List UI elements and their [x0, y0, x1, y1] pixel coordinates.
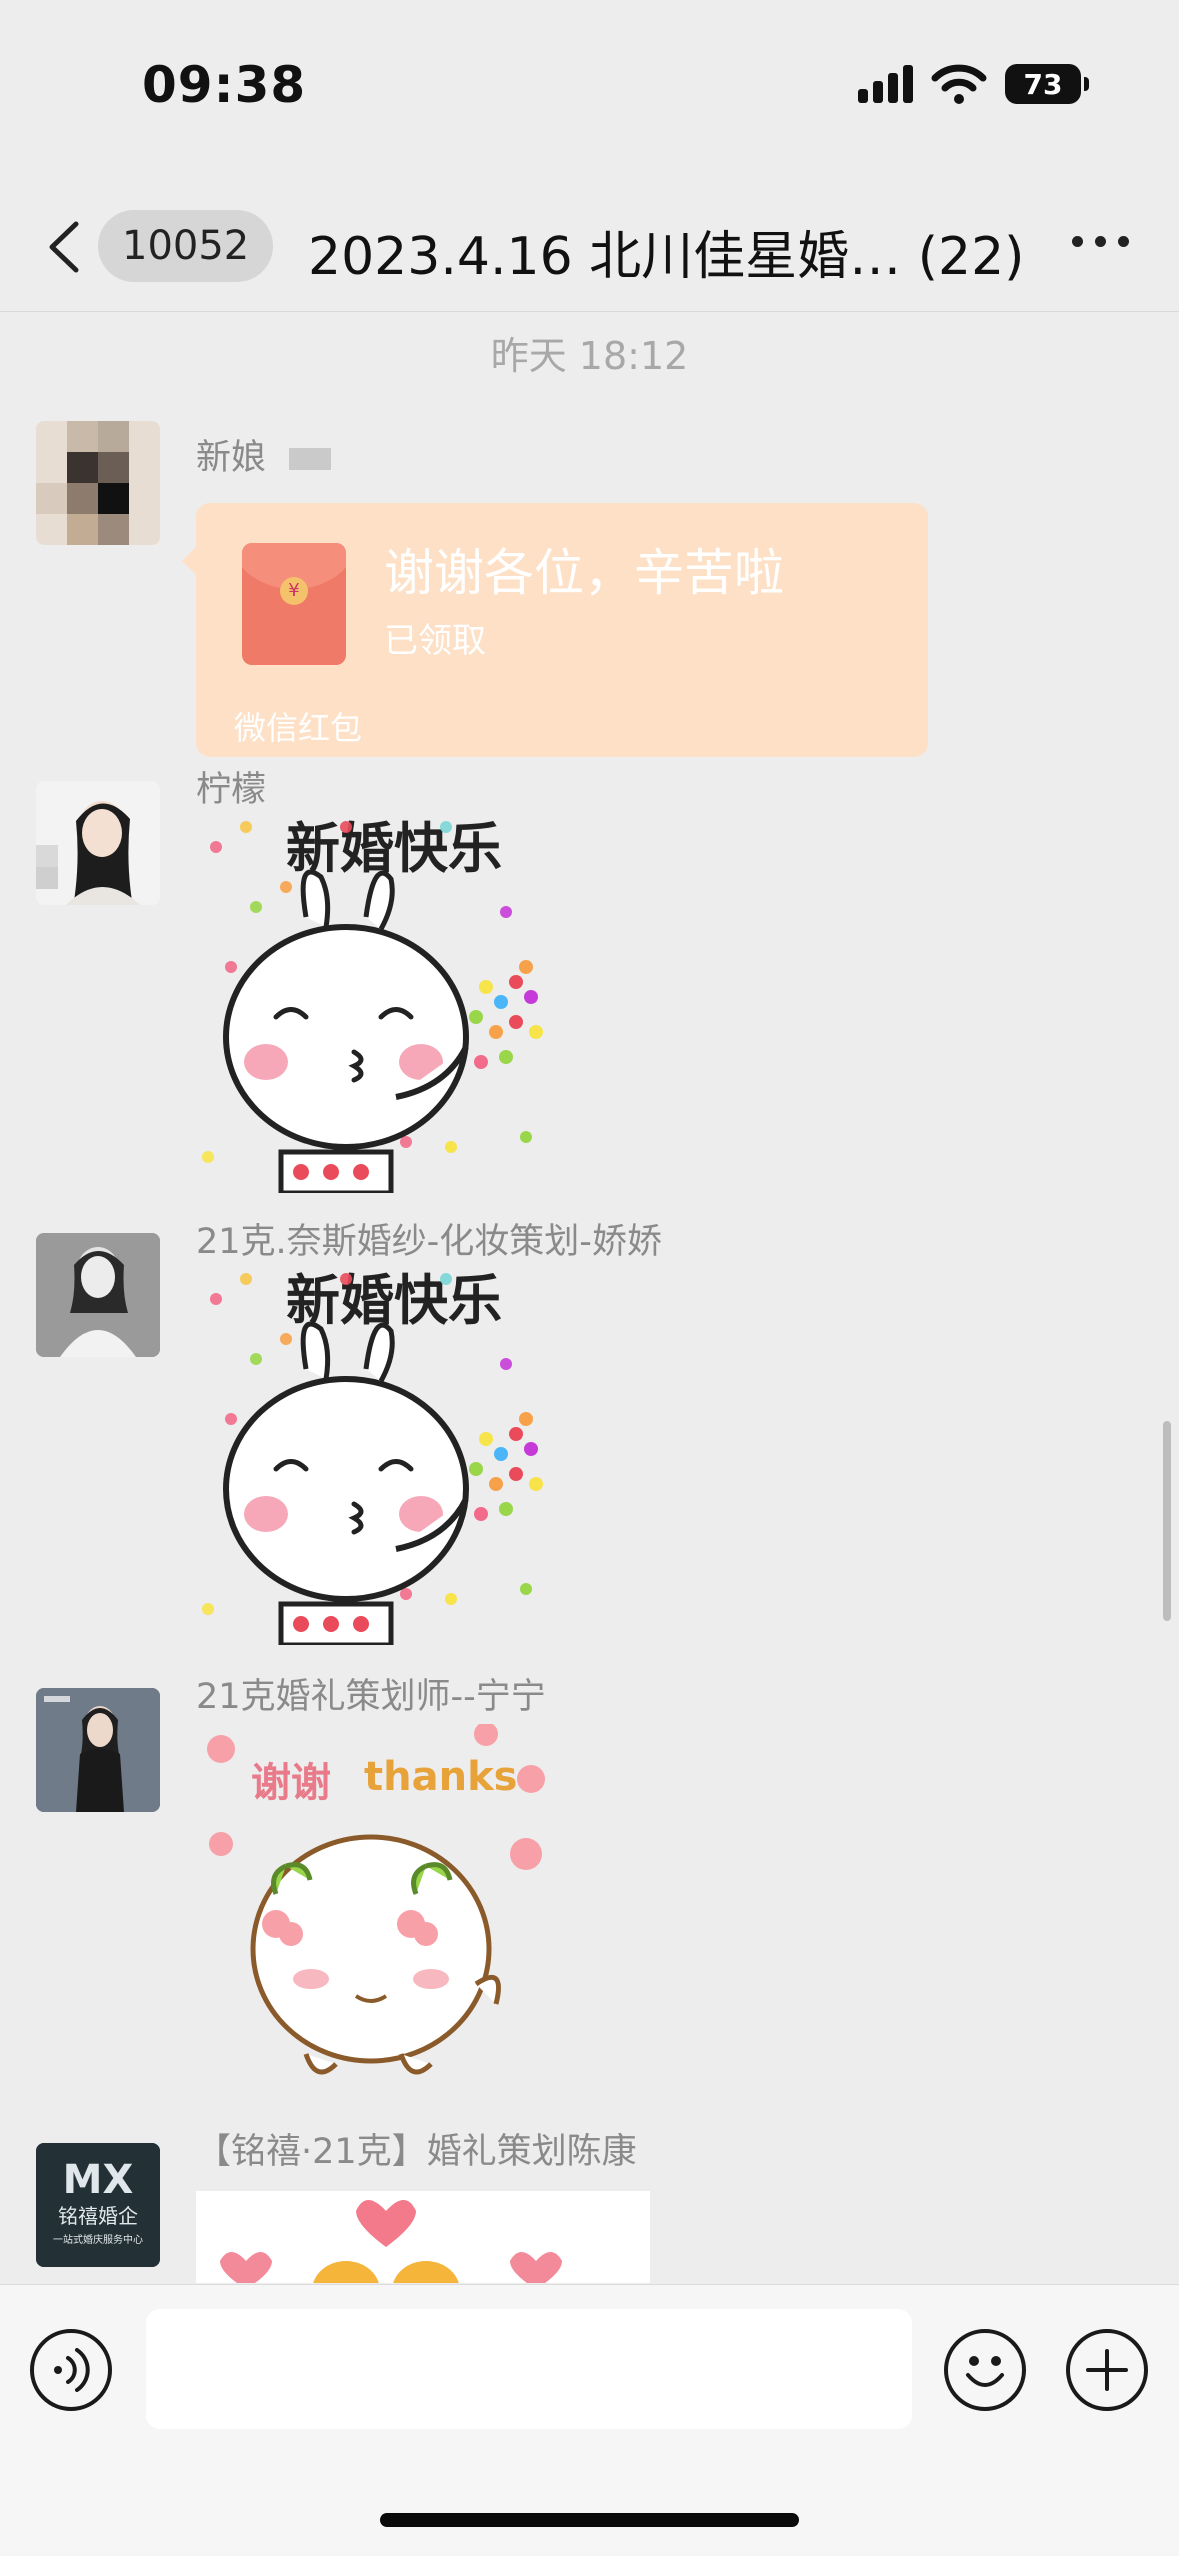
- home-indicator[interactable]: [380, 2513, 799, 2527]
- red-envelope-icon: ¥: [242, 543, 346, 665]
- sticker-image[interactable]: 新婚快乐: [196, 817, 560, 1193]
- message-image: MX 铭禧婚企 一站式婚庆服务中心 【铭禧·21克】婚礼策划陈康: [0, 2123, 1179, 2283]
- battery-icon: 73: [1005, 64, 1089, 104]
- brand-logo: MX 铭禧婚企 一站式婚庆服务中心: [36, 2143, 160, 2267]
- message-input[interactable]: [146, 2309, 912, 2429]
- top-bar: 09:38 73 10052 2023.4.16 北川佳星婚… (22): [0, 0, 1179, 312]
- sticker-caption: 新婚快乐: [286, 817, 502, 880]
- sender-name: 柠檬: [196, 770, 267, 810]
- message-sticker: 21克婚礼策划师--宁宁 谢谢 thanks: [0, 1668, 1179, 2098]
- chat-title[interactable]: 2023.4.16 北川佳星婚… (22): [308, 214, 1024, 289]
- red-packet-footer: 微信红包: [234, 709, 363, 747]
- sticker-image[interactable]: 谢谢 thanks: [196, 1724, 566, 2094]
- sticker-caption-en: thanks: [364, 1754, 517, 1800]
- status-icons: 73: [858, 64, 1089, 104]
- sender-name: 21克.奈斯婚纱-化妆策划-娇娇: [196, 1222, 662, 1262]
- signal-icon: [858, 65, 913, 103]
- svg-text:一站式婚庆服务中心: 一站式婚庆服务中心: [53, 2233, 143, 2246]
- avatar[interactable]: [36, 1688, 160, 1812]
- status-time: 09:38: [142, 56, 307, 114]
- sticker-image[interactable]: 新婚快乐: [196, 1269, 560, 1645]
- nav-bar: 10052 2023.4.16 北川佳星婚… (22): [0, 200, 1179, 290]
- red-packet-title: 谢谢各位，辛苦啦: [384, 544, 784, 602]
- red-packet-card[interactable]: ¥ 谢谢各位，辛苦啦 已领取 微信红包: [182, 503, 928, 757]
- avatar[interactable]: [36, 1233, 160, 1357]
- plus-icon[interactable]: [1066, 2329, 1148, 2411]
- avatar[interactable]: [36, 781, 160, 905]
- red-packet-status: 已领取: [384, 621, 486, 661]
- message-sticker: 21克.奈斯婚纱-化妆策划-娇娇 新婚快乐: [0, 1213, 1179, 1653]
- svg-text:铭禧婚企: 铭禧婚企: [58, 2204, 138, 2228]
- message-sticker: 柠檬 新婚快乐: [0, 761, 1179, 1201]
- unread-count-badge[interactable]: 10052: [98, 210, 274, 282]
- message-red-packet: 新娘 ¥ 谢谢各位，辛苦啦 已领取 微信红包: [0, 421, 1179, 761]
- message-timestamp: 昨天 18:12: [490, 334, 689, 378]
- voice-icon[interactable]: [30, 2329, 112, 2411]
- more-icon[interactable]: [1072, 236, 1129, 247]
- sender-name: 【铭禧·21克】婚礼策划陈康: [196, 2132, 637, 2172]
- sticker-caption-cn: 谢谢: [251, 1760, 331, 1806]
- wifi-icon: [931, 64, 987, 104]
- emoji-icon[interactable]: [944, 2329, 1026, 2411]
- image-preview[interactable]: [196, 2191, 650, 2283]
- sticker-caption: 新婚快乐: [286, 1269, 502, 1332]
- avatar[interactable]: MX 铭禧婚企 一站式婚庆服务中心: [36, 2143, 160, 2267]
- back-icon[interactable]: [44, 220, 84, 274]
- sender-name: 新娘: [196, 429, 332, 480]
- chat-area[interactable]: 昨天 18:12 新娘 ¥ 谢谢各位，辛苦啦 已领取 微信红包 柠檬 新婚快乐 …: [0, 313, 1179, 2283]
- svg-text:MX: MX: [63, 2157, 134, 2203]
- sender-name: 21克婚礼策划师--宁宁: [196, 1677, 546, 1717]
- scrollbar[interactable]: [1163, 1421, 1171, 1621]
- battery-level: 73: [1023, 67, 1063, 101]
- avatar[interactable]: [36, 421, 160, 545]
